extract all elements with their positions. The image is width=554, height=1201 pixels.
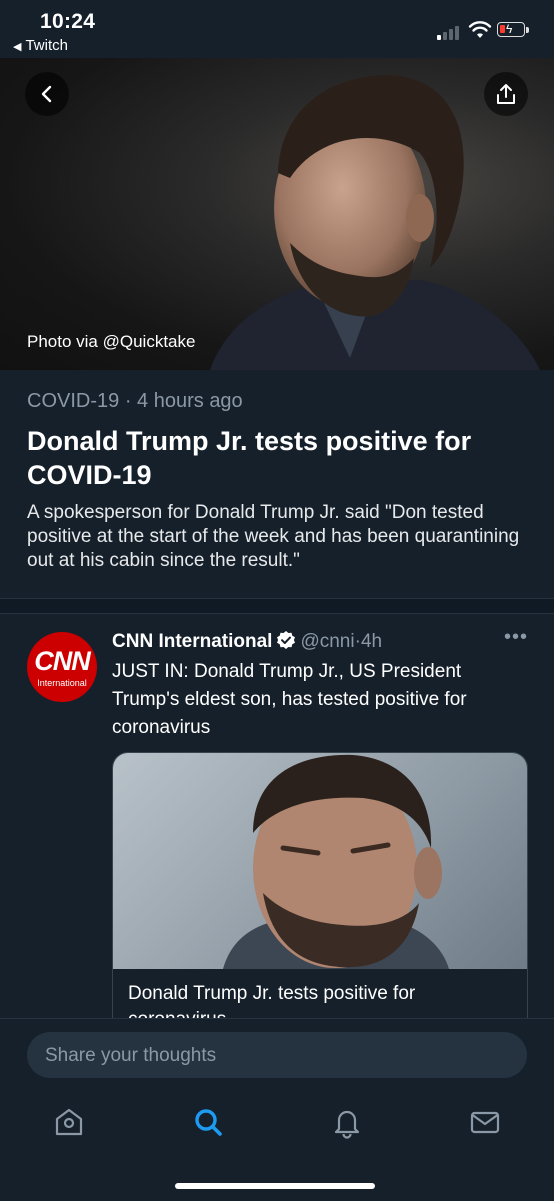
article-summary: A spokesperson for Donald Trump Jr. said… (27, 502, 520, 571)
verified-badge-icon (277, 631, 296, 649)
article-headline: Donald Trump Jr. tests positive for COVI… (27, 426, 472, 490)
back-to-app-link[interactable]: ◀ Twitch (13, 37, 68, 54)
cellular-signal-icon (437, 24, 461, 40)
meta-separator: · (124, 390, 132, 412)
hero-portrait-photo (210, 75, 540, 370)
link-card[interactable]: Donald Trump Jr. tests positive for coro… (112, 752, 528, 1034)
status-time: 10:24 (40, 10, 96, 33)
bell-icon (334, 1110, 360, 1139)
bottom-bar (0, 1018, 554, 1201)
home-indicator (175, 1183, 375, 1189)
tweet-author-name[interactable]: CNN International (112, 631, 272, 652)
home-icon (55, 1108, 83, 1136)
tab-notifications[interactable] (330, 1105, 364, 1139)
tab-messages[interactable] (468, 1105, 502, 1139)
photo-credit: Photo via @Quicktake (27, 332, 196, 351)
article-meta: COVID-19 · 4 hours ago (27, 390, 243, 413)
battery-cap (526, 27, 529, 33)
back-app-label: Twitch (25, 37, 68, 54)
search-icon (195, 1109, 222, 1136)
hero-image: Photo via @Quicktake (0, 58, 554, 370)
tweet-header: CNN International @cnni·4h (112, 630, 382, 653)
tweet-time: 4h (360, 631, 383, 652)
share-thoughts-input[interactable] (43, 1032, 517, 1080)
cnn-logo-subtext: International (37, 678, 87, 688)
share-icon (497, 84, 515, 104)
wifi-icon (468, 21, 492, 38)
battery-icon: ϟ (497, 22, 525, 37)
cnn-logo: CNN (34, 646, 91, 676)
card-portrait-photo (223, 754, 449, 969)
status-bar: 10:24 ◀ Twitch ϟ (0, 0, 554, 58)
tweet-text: JUST IN: Donald Trump Jr., US President … (112, 661, 467, 738)
chevron-left-icon (41, 85, 52, 103)
tab-search[interactable] (191, 1105, 225, 1139)
article-age: 4 hours ago (137, 390, 243, 412)
topic-label[interactable]: COVID-19 (27, 390, 119, 412)
link-card-image (113, 753, 527, 969)
back-button[interactable] (25, 72, 69, 116)
back-triangle-icon: ◀ (13, 41, 22, 53)
tab-home[interactable] (52, 1105, 86, 1139)
section-divider (0, 598, 554, 614)
avatar[interactable]: CNN International (27, 632, 97, 702)
composer[interactable] (27, 1032, 527, 1080)
tweet-handle[interactable]: @cnni (300, 631, 354, 652)
more-options-button[interactable]: ••• (504, 626, 528, 649)
share-button[interactable] (484, 72, 528, 116)
mail-icon (470, 1111, 500, 1134)
